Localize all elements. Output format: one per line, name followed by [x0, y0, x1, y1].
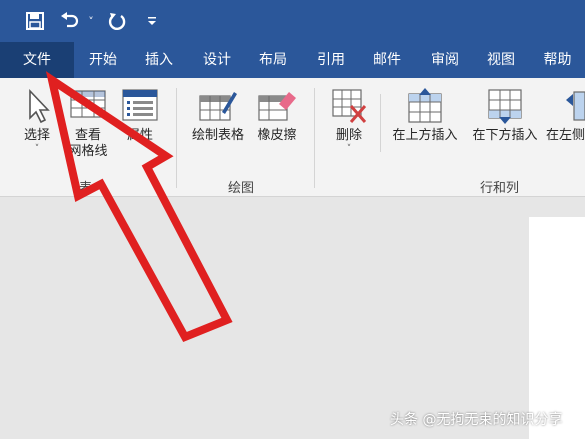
watermark-text: 头条 @无拘无束的知识分享 — [390, 412, 563, 428]
red-arrow-annotation — [45, 71, 233, 343]
